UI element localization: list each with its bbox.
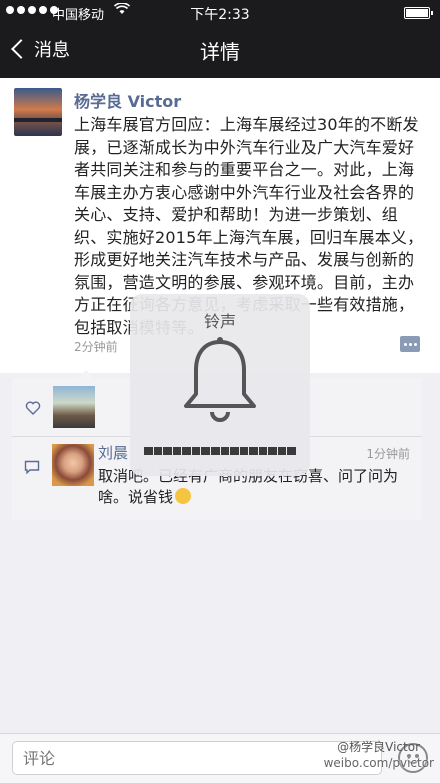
- comment-icon: [24, 460, 40, 474]
- volume-segment: [191, 447, 201, 455]
- watermark-url: weibo.com/pvictor: [323, 756, 434, 770]
- volume-segment: [172, 447, 182, 455]
- author-avatar[interactable]: [14, 88, 62, 136]
- volume-segment: [182, 447, 191, 455]
- volume-level-bar: [144, 447, 296, 455]
- nav-bar: 中国移动 下午2:33 消息 详情: [0, 0, 440, 78]
- volume-segment: [268, 447, 277, 455]
- ringer-volume-hud: 铃声: [130, 294, 310, 476]
- more-options-button[interactable]: [400, 336, 420, 352]
- volume-segment: [249, 447, 258, 455]
- volume-segment: [277, 447, 287, 455]
- commenter-name[interactable]: 刘晨: [98, 442, 128, 463]
- volume-segment: [210, 447, 220, 455]
- author-name[interactable]: 杨学良 Victor: [74, 88, 181, 112]
- page-title: 详情: [200, 40, 240, 64]
- volume-segment: [239, 447, 249, 455]
- smiley-emoji-icon: [175, 488, 192, 504]
- volume-segment: [163, 447, 172, 455]
- volume-segment: [201, 447, 210, 455]
- comment-time: 1分钟前: [366, 447, 410, 461]
- status-time: 下午2:33: [190, 7, 250, 23]
- commenter-avatar[interactable]: [52, 444, 94, 486]
- battery-icon: [404, 7, 433, 19]
- volume-segment: [153, 447, 163, 455]
- heart-icon: [25, 401, 41, 415]
- bell-icon: [184, 337, 256, 422]
- status-bar: 中国移动 下午2:33: [0, 0, 440, 26]
- volume-segment: [287, 447, 296, 455]
- hud-title: 铃声: [203, 312, 236, 331]
- volume-segment: [230, 447, 239, 455]
- watermark-handle: @杨学良Victor: [337, 740, 420, 754]
- post-time: 2分钟前: [74, 340, 118, 354]
- volume-segment: [258, 447, 268, 455]
- volume-segment: [220, 447, 230, 455]
- volume-segment: [144, 447, 153, 455]
- like-avatar[interactable]: [53, 386, 95, 428]
